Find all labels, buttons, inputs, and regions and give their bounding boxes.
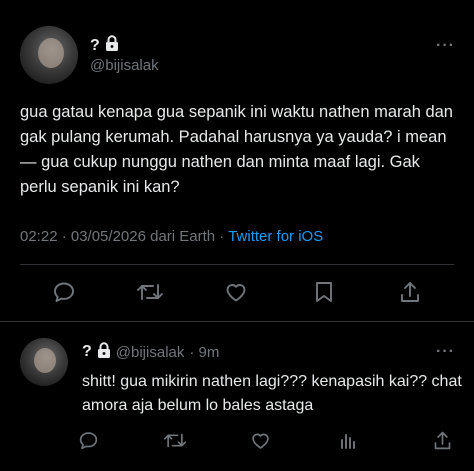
more-options-icon[interactable]: ···: [436, 37, 455, 55]
heart-icon: [251, 433, 269, 449]
retweet-icon: [163, 433, 187, 447]
reply-share-button[interactable]: [430, 428, 454, 452]
divider: [0, 321, 474, 322]
reply-text: shitt! gua mikirin nathen lagi??? kenapa…: [82, 373, 462, 414]
retweet-icon: [137, 284, 163, 300]
tweet-text: gua gatau kenapa gua sepanik ini waktu n…: [20, 103, 453, 196]
source-app-link[interactable]: Twitter for iOS: [228, 228, 323, 245]
reply-age[interactable]: · 9m: [189, 344, 219, 361]
reply-avatar[interactable]: [20, 338, 68, 386]
reply-icon: [79, 431, 97, 449]
reply-retweet-button[interactable]: [161, 428, 189, 452]
like-button[interactable]: [222, 278, 250, 306]
share-icon: [401, 282, 419, 302]
lock-icon: [97, 342, 111, 362]
share-button[interactable]: [396, 278, 424, 306]
timestamp-text[interactable]: 02:22 · 03/05/2026 dari Earth ·: [20, 228, 228, 245]
display-name-row: ?: [90, 35, 119, 56]
reply-header: ? @bijisalak · 9m: [82, 342, 219, 362]
tweet-timestamp: 02:22 · 03/05/2026 dari Earth · Twitter …: [20, 228, 323, 245]
reply-display-name[interactable]: ?: [82, 343, 92, 361]
display-name[interactable]: ?: [90, 37, 100, 55]
reply-button[interactable]: [50, 278, 78, 306]
bookmark-button[interactable]: [310, 278, 338, 306]
reply-like-button[interactable]: [248, 428, 272, 452]
retweet-button[interactable]: [134, 278, 166, 306]
reply-more-options-icon[interactable]: ···: [436, 343, 455, 361]
handle[interactable]: @bijisalak: [90, 57, 159, 74]
reply-handle[interactable]: @bijisalak: [116, 344, 185, 361]
reply-icon: [54, 282, 74, 302]
heart-icon: [226, 284, 246, 302]
reply-reply-button[interactable]: [76, 428, 100, 452]
analytics-icon: [341, 434, 355, 449]
divider: [20, 264, 454, 265]
bookmark-icon: [316, 282, 332, 302]
lock-icon: [105, 35, 119, 56]
share-icon: [434, 431, 450, 449]
analytics-button[interactable]: [336, 428, 360, 452]
avatar[interactable]: [20, 26, 78, 84]
